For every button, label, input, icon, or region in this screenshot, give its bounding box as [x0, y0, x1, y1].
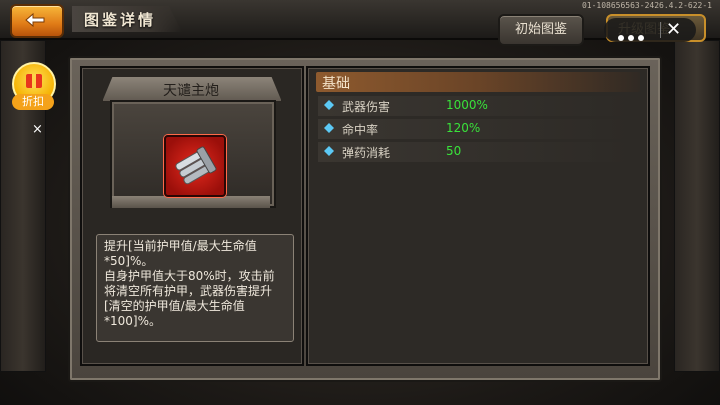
stat-label: 弹药消耗: [342, 146, 391, 160]
discount-badge[interactable]: 折扣: [12, 62, 56, 114]
stat-row: 命中率 120%: [318, 119, 630, 139]
stat-row: 弹药消耗 50: [318, 142, 630, 162]
page-title: 图鉴详情: [84, 11, 157, 29]
stat-row: 武器伤害 1000%: [318, 96, 630, 116]
close-icon[interactable]: ✕: [666, 19, 681, 40]
diamond-icon: [324, 146, 334, 156]
stat-label: 命中率: [342, 123, 379, 137]
cannon-icon: [164, 135, 226, 197]
section-title: 基础: [322, 76, 350, 92]
stat-value: 1000%: [446, 98, 488, 112]
discount-label: 折扣: [12, 94, 54, 110]
weapon-description: 提升[当前护甲值/最大生命值*50]%。 自身护甲值大于80%时，攻击前将清空所…: [104, 239, 275, 328]
discount-close-icon[interactable]: ×: [32, 122, 43, 137]
stat-label: 武器伤害: [342, 100, 391, 114]
build-id: 01-108656563-2426.4.2-622-1: [581, 1, 712, 10]
stat-value: 120%: [446, 121, 481, 135]
section-header: [316, 72, 640, 92]
stat-value: 50: [446, 144, 462, 158]
weapon-name: 天谴主炮: [163, 83, 219, 99]
background-pillar-right: [674, 40, 720, 372]
initial-codex-button[interactable]: 初始图鉴: [498, 14, 584, 46]
capsule-divider: [660, 22, 661, 38]
diamond-icon: [324, 123, 334, 133]
back-arrow-icon: [25, 12, 45, 28]
back-button[interactable]: [10, 4, 64, 38]
mini-program-capsule[interactable]: ✕: [604, 18, 696, 42]
diamond-icon: [324, 100, 334, 110]
more-dots-icon[interactable]: [618, 26, 648, 45]
weapon-shelf: [112, 196, 270, 208]
